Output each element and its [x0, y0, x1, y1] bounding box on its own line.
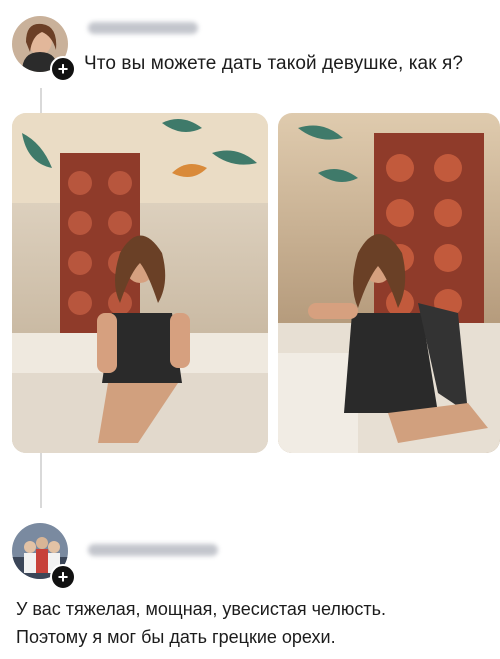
reply-line-2: Поэтому я мог бы дать грецкие орехи. [16, 627, 336, 647]
reply-author-username[interactable] [88, 544, 218, 556]
post-author-username[interactable] [88, 22, 198, 34]
post-follow-badge[interactable]: + [50, 56, 76, 82]
plus-icon: + [57, 59, 69, 79]
reply-line-1: У вас тяжелая, мощная, увесистая челюсть… [16, 599, 387, 619]
plus-icon: + [57, 567, 69, 587]
reply-text: У вас тяжелая, мощная, увесистая челюсть… [16, 595, 486, 651]
post-text: Что вы можете дать такой девушке, как я? [84, 53, 464, 74]
reply-follow-badge[interactable]: + [50, 564, 76, 590]
post-photo-2[interactable] [278, 113, 500, 453]
post-photo-1[interactable] [12, 113, 268, 453]
